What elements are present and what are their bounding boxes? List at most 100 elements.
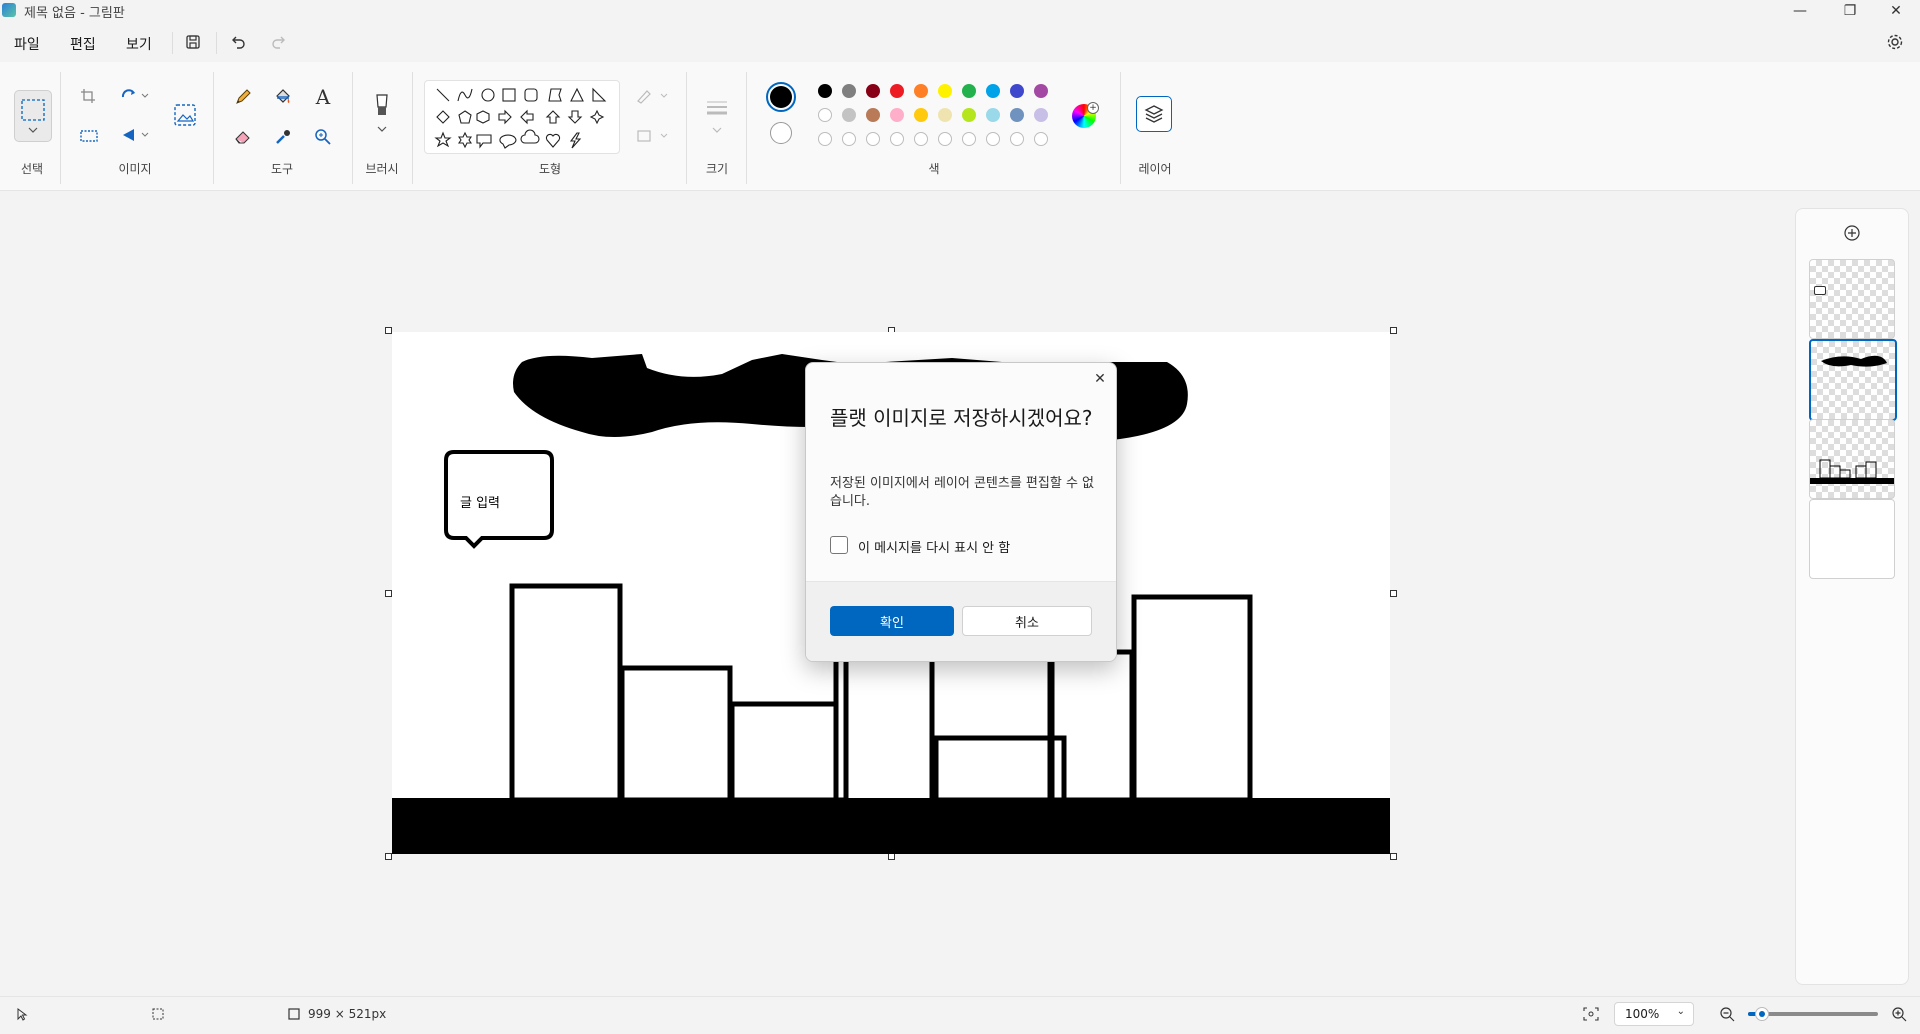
resize-handle[interactable]	[1390, 590, 1397, 597]
custom-color-slot[interactable]	[818, 132, 832, 146]
resize-handle[interactable]	[385, 853, 392, 860]
palette-color-swatch[interactable]	[1010, 108, 1024, 122]
layers-panel	[1795, 208, 1909, 985]
menu-view[interactable]: 보기	[126, 34, 152, 54]
ribbon-separator	[412, 72, 413, 184]
palette-color-swatch[interactable]	[818, 108, 832, 122]
resize-handle[interactable]	[385, 590, 392, 597]
primary-color-button[interactable]	[766, 82, 796, 112]
shape-fill-icon[interactable]	[634, 126, 670, 146]
layers-toggle-button[interactable]	[1136, 96, 1172, 132]
palette-color-swatch[interactable]	[938, 108, 952, 122]
heart-icon	[545, 133, 561, 148]
crop-icon[interactable]	[78, 86, 98, 106]
curve-icon	[457, 88, 473, 102]
palette-color-swatch[interactable]	[866, 108, 880, 122]
custom-color-slot[interactable]	[914, 132, 928, 146]
ribbon-separator	[60, 72, 61, 184]
color-picker-icon[interactable]	[272, 126, 294, 148]
speech-bubble-text[interactable]: 글 입력	[460, 492, 500, 511]
brush-icon[interactable]	[370, 92, 394, 138]
resize-handle[interactable]	[1390, 327, 1397, 334]
palette-color-swatch[interactable]	[890, 108, 904, 122]
selection-tool-button[interactable]	[14, 90, 52, 142]
custom-color-slot[interactable]	[986, 132, 1000, 146]
black-ground-stroke	[392, 798, 1390, 854]
zoom-out-icon[interactable]	[1718, 1006, 1736, 1022]
stroke-size-icon[interactable]	[704, 96, 730, 140]
dialog-close-icon[interactable]: ✕	[1092, 371, 1108, 387]
fill-bucket-icon[interactable]	[272, 86, 294, 108]
minimize-button[interactable]: —	[1780, 0, 1820, 22]
close-window-button[interactable]: ✕	[1876, 0, 1916, 22]
custom-color-slot[interactable]	[842, 132, 856, 146]
fit-to-window-icon[interactable]	[1582, 1006, 1600, 1022]
redo-icon[interactable]	[268, 32, 290, 52]
save-icon[interactable]	[182, 32, 204, 52]
palette-color-swatch[interactable]	[914, 108, 928, 122]
custom-color-slot[interactable]	[890, 132, 904, 146]
cancel-button[interactable]: 취소	[962, 606, 1092, 636]
window-title: 제목 없음 - 그림판	[24, 6, 125, 21]
layer-thumbnail[interactable]	[1809, 419, 1895, 499]
layer-thumbnail-background[interactable]	[1809, 499, 1895, 579]
menu-edit[interactable]: 편집	[70, 34, 96, 54]
ok-button[interactable]: 확인	[830, 606, 954, 636]
dont-show-again-checkbox[interactable]	[830, 536, 848, 554]
secondary-color-button[interactable]	[770, 122, 792, 144]
flip-icon[interactable]	[118, 124, 152, 146]
palette-color-swatch[interactable]	[1010, 84, 1024, 98]
palette-color-swatch[interactable]	[986, 84, 1000, 98]
five-point-star-icon	[434, 131, 452, 148]
group-label-brushes: 브러시	[365, 162, 399, 176]
eraser-icon[interactable]	[232, 126, 254, 148]
palette-color-swatch[interactable]	[890, 84, 904, 98]
pencil-icon[interactable]	[232, 86, 254, 108]
custom-color-slot[interactable]	[938, 132, 952, 146]
palette-color-swatch[interactable]	[866, 84, 880, 98]
palette-color-swatch[interactable]	[842, 108, 856, 122]
ribbon-separator	[686, 72, 687, 184]
menu-file[interactable]: 파일	[14, 34, 40, 54]
add-layer-icon[interactable]	[1842, 223, 1862, 243]
palette-color-swatch[interactable]	[1034, 108, 1048, 122]
oval-icon	[481, 88, 495, 102]
dialog-title: 플랫 이미지로 저장하시겠어요?	[830, 406, 1093, 430]
custom-color-slot[interactable]	[1034, 132, 1048, 146]
pentagon-icon	[458, 110, 472, 124]
dont-show-again-label[interactable]: 이 메시지를 다시 표시 안 함	[858, 537, 1010, 556]
image-remove-background-icon[interactable]	[172, 102, 198, 128]
palette-color-swatch[interactable]	[914, 84, 928, 98]
palette-color-swatch[interactable]	[818, 84, 832, 98]
resize-handle[interactable]	[1390, 853, 1397, 860]
text-tool-icon[interactable]: A	[312, 85, 334, 109]
rotate-icon[interactable]	[118, 86, 152, 106]
resize-handle[interactable]	[385, 327, 392, 334]
layer-thumbnail-selected[interactable]	[1809, 339, 1897, 421]
primary-color-swatch	[770, 86, 792, 108]
custom-color-slot[interactable]	[1010, 132, 1024, 146]
canvas-size-icon	[286, 1006, 302, 1022]
palette-color-swatch[interactable]	[842, 84, 856, 98]
zoom-slider-track[interactable]	[1748, 1007, 1878, 1021]
magnifier-icon[interactable]	[312, 126, 334, 148]
layer-thumbnail[interactable]	[1809, 259, 1895, 339]
palette-color-swatch[interactable]	[938, 84, 952, 98]
custom-color-slot[interactable]	[962, 132, 976, 146]
palette-color-swatch[interactable]	[962, 108, 976, 122]
zoom-in-icon[interactable]	[1890, 1006, 1908, 1022]
edit-colors-icon[interactable]: +	[1072, 102, 1099, 128]
custom-color-slot[interactable]	[866, 132, 880, 146]
undo-icon[interactable]	[227, 32, 249, 52]
palette-color-swatch[interactable]	[986, 108, 1000, 122]
palette-color-swatch[interactable]	[962, 84, 976, 98]
shape-outline-icon[interactable]	[634, 86, 670, 106]
menu-divider	[216, 32, 217, 54]
resize-handle[interactable]	[888, 853, 895, 860]
resize-skew-icon[interactable]	[78, 126, 100, 146]
palette-color-swatch[interactable]	[1034, 84, 1048, 98]
settings-gear-icon[interactable]	[1884, 32, 1906, 52]
maximize-button[interactable]: ❐	[1830, 0, 1870, 22]
oval-callout-icon	[499, 134, 517, 149]
zoom-select[interactable]: 100% ⌄	[1614, 1002, 1694, 1026]
